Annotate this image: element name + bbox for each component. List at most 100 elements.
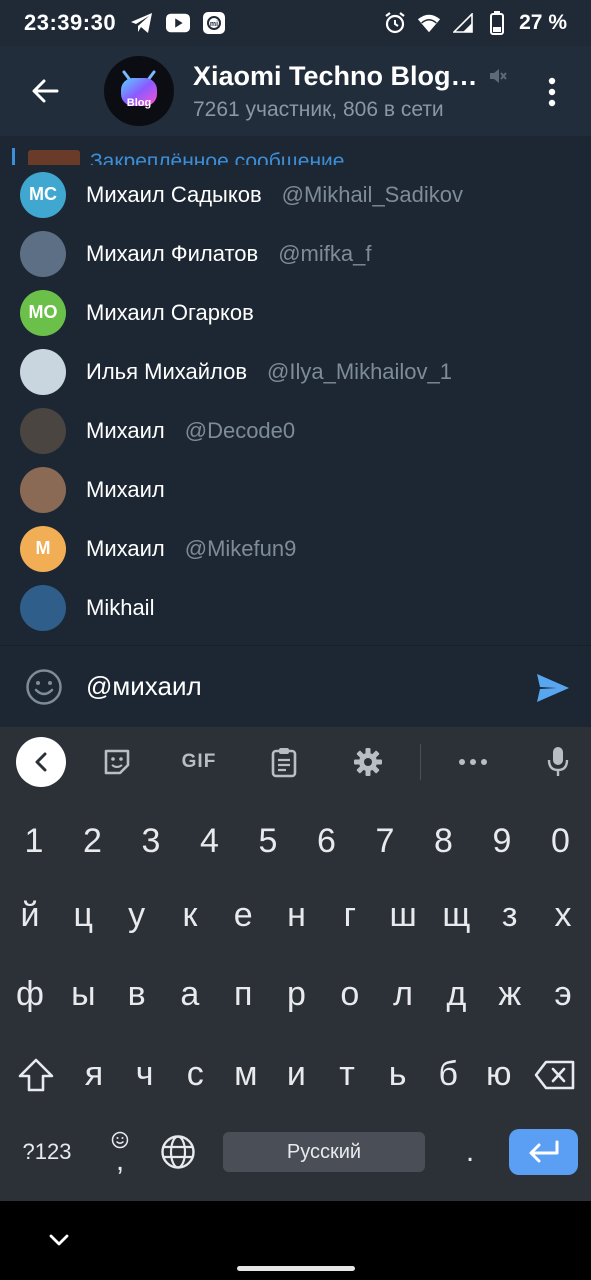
key-3[interactable]: 3 xyxy=(123,809,179,873)
key-9[interactable]: 9 xyxy=(474,809,530,873)
key-м[interactable]: м xyxy=(218,1042,274,1106)
key-з[interactable]: з xyxy=(482,883,538,947)
key-ж[interactable]: ж xyxy=(482,962,538,1026)
back-button[interactable] xyxy=(0,46,90,136)
key-й[interactable]: й xyxy=(2,883,58,947)
mention-suggestions: МС Михаил Садыков @Mikhail_Sadikov Михаил Ф… xyxy=(0,165,591,645)
sticker-button[interactable] xyxy=(97,742,137,782)
key-п[interactable]: п xyxy=(215,962,271,1026)
mention-item[interactable]: МО Михаил Огарков xyxy=(0,283,591,342)
clipboard-icon xyxy=(271,748,297,778)
shift-key[interactable] xyxy=(14,1043,58,1107)
mention-item[interactable]: М Михаил @Mikefun9 xyxy=(0,519,591,578)
key-1[interactable]: 1 xyxy=(6,809,62,873)
key-щ[interactable]: щ xyxy=(428,883,484,947)
key-б[interactable]: б xyxy=(420,1042,476,1106)
chat-avatar[interactable]: Blog xyxy=(104,56,174,126)
avatar-label: Blog xyxy=(126,97,152,109)
key-е[interactable]: е xyxy=(215,883,271,947)
wifi-icon xyxy=(417,11,441,35)
key-в[interactable]: в xyxy=(109,962,165,1026)
key-у[interactable]: у xyxy=(109,883,165,947)
mention-item[interactable]: Mikhail xyxy=(0,578,591,637)
key-о[interactable]: о xyxy=(322,962,378,1026)
key-8[interactable]: 8 xyxy=(416,809,472,873)
mi-icon: mi xyxy=(202,11,226,35)
globe-icon xyxy=(161,1135,195,1169)
chat-subtitle: 7261 участник, 806 в сети xyxy=(193,97,444,121)
symbols-key[interactable]: ?123 xyxy=(10,1132,84,1172)
pinned-thumbnail xyxy=(28,150,80,166)
home-gesture-pill[interactable] xyxy=(237,1266,355,1271)
key-ф[interactable]: ф xyxy=(2,962,58,1026)
voice-input-button[interactable] xyxy=(538,742,578,782)
key-к[interactable]: к xyxy=(162,883,218,947)
key-ь[interactable]: ь xyxy=(370,1042,426,1106)
mention-item[interactable]: МС Михаил Садыков @Mikhail_Sadikov xyxy=(0,165,591,224)
key-ч[interactable]: ч xyxy=(117,1042,173,1106)
avatar: М xyxy=(20,525,66,572)
mention-name: Михаил xyxy=(86,417,165,443)
pinned-bar xyxy=(12,148,15,166)
emoji-button[interactable] xyxy=(24,667,64,707)
key-т[interactable]: т xyxy=(319,1042,375,1106)
send-button[interactable] xyxy=(533,668,573,708)
settings-button[interactable] xyxy=(348,742,388,782)
battery-icon xyxy=(485,11,509,35)
clipboard-button[interactable] xyxy=(264,742,304,782)
mention-name: Михаил xyxy=(86,476,165,502)
gif-button[interactable]: GIF xyxy=(179,742,219,782)
key-ш[interactable]: ш xyxy=(375,883,431,947)
chat-info[interactable]: Xiaomi Techno Blog… 7261 участник, 806 в… xyxy=(193,61,508,122)
navigation-bar xyxy=(0,1201,591,1280)
backspace-key[interactable] xyxy=(530,1043,580,1107)
space-key[interactable]: Русский xyxy=(223,1132,425,1172)
mention-item[interactable]: Михаил xyxy=(0,460,591,519)
period-key[interactable]: . xyxy=(450,1132,490,1172)
pinned-message[interactable]: Закреплённое сообщение xyxy=(0,136,591,166)
more-menu-button[interactable] xyxy=(537,72,567,112)
key-5[interactable]: 5 xyxy=(240,809,296,873)
mention-username: @Ilya_Mikhailov_1 xyxy=(267,358,453,384)
mic-icon xyxy=(547,747,569,776)
mention-username: @Decode0 xyxy=(184,417,296,443)
key-7[interactable]: 7 xyxy=(357,809,413,873)
emoji-comma-key[interactable]: , xyxy=(100,1122,140,1182)
key-2[interactable]: 2 xyxy=(65,809,121,873)
more-options-button[interactable] xyxy=(453,742,493,782)
enter-key[interactable] xyxy=(509,1129,578,1175)
more-vert-icon xyxy=(548,77,556,107)
keyboard: ?123 , Русский . 1234567890 йцукенгшщзх фы… xyxy=(0,797,591,1201)
language-key[interactable] xyxy=(156,1130,200,1174)
key-я[interactable]: я xyxy=(66,1042,122,1106)
key-4[interactable]: 4 xyxy=(182,809,238,873)
key-н[interactable]: н xyxy=(269,883,325,947)
mention-item[interactable]: Илья Михайлов @Ilya_Mikhailov_1 xyxy=(0,342,591,401)
key-э[interactable]: э xyxy=(535,962,591,1026)
key-г[interactable]: г xyxy=(322,883,378,947)
key-л[interactable]: л xyxy=(375,962,431,1026)
key-0[interactable]: 0 xyxy=(533,809,589,873)
toolbar-collapse-button[interactable] xyxy=(16,737,66,787)
key-д[interactable]: д xyxy=(428,962,484,1026)
comma-label: , xyxy=(115,1144,125,1177)
message-input[interactable]: @михаил xyxy=(86,671,202,702)
mention-name: Mikhail xyxy=(86,594,155,620)
mention-item[interactable]: Михаил Филатов @mifka_f xyxy=(0,224,591,283)
enter-icon xyxy=(529,1140,558,1163)
hide-keyboard-button[interactable] xyxy=(44,1225,74,1255)
key-ц[interactable]: ц xyxy=(55,883,111,947)
key-х[interactable]: х xyxy=(535,883,591,947)
avatar: МО xyxy=(20,289,66,336)
key-с[interactable]: с xyxy=(167,1042,223,1106)
key-и[interactable]: и xyxy=(268,1042,324,1106)
key-р[interactable]: р xyxy=(269,962,325,1026)
mention-item[interactable]: Михаил @Decode0 xyxy=(0,401,591,460)
keyboard-toolbar: GIF xyxy=(0,727,591,797)
key-а[interactable]: а xyxy=(162,962,218,1026)
status-bar: 23:39:30 mi 27 % xyxy=(0,0,591,46)
key-ы[interactable]: ы xyxy=(55,962,111,1026)
status-time: 23:39:30 xyxy=(24,10,117,35)
key-ю[interactable]: ю xyxy=(471,1042,527,1106)
key-6[interactable]: 6 xyxy=(299,809,355,873)
